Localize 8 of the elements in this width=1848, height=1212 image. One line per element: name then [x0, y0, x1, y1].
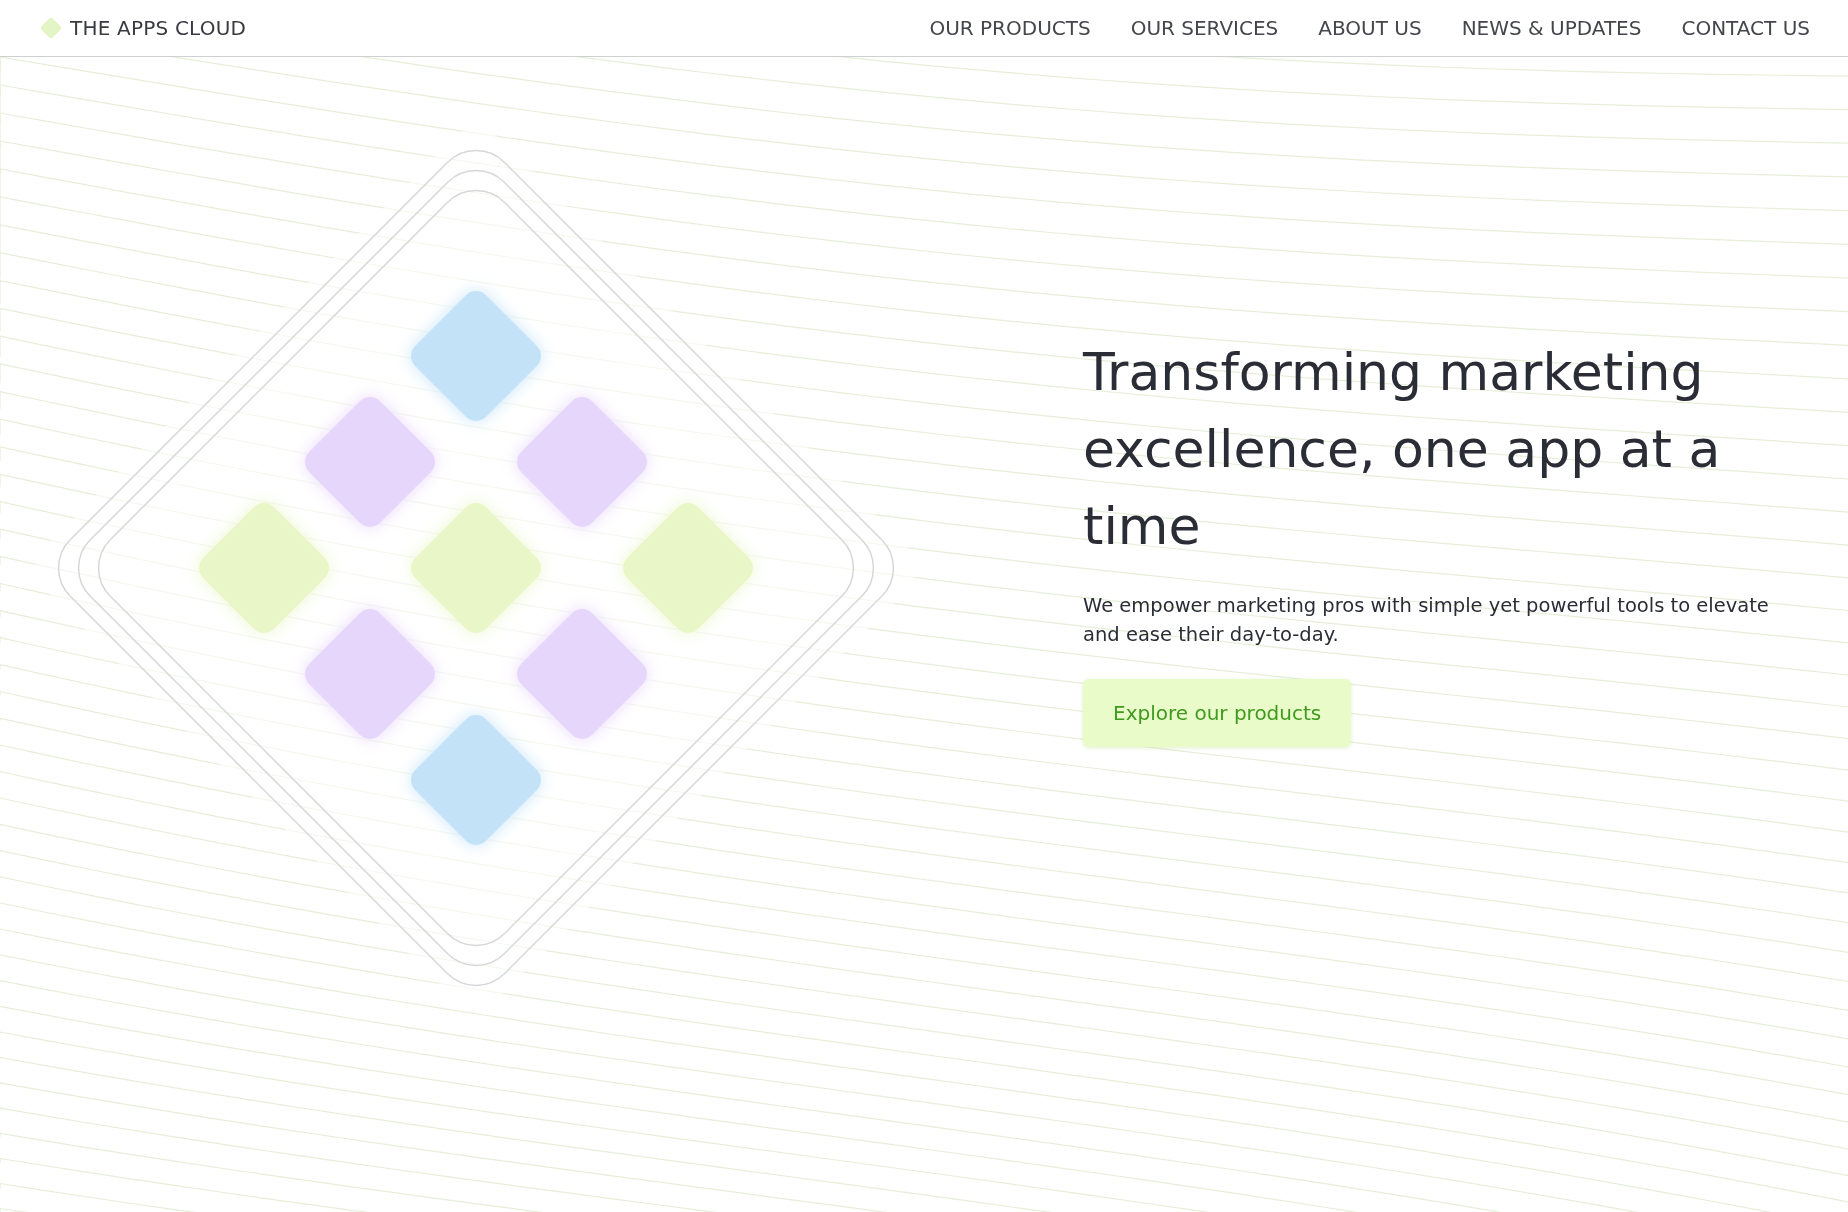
- logo-text[interactable]: THE APPS CLOUD: [70, 16, 247, 40]
- nav-link[interactable]: OUR PRODUCTS: [929, 16, 1091, 40]
- nav-link[interactable]: NEWS & UPDATES: [1461, 16, 1642, 40]
- nav-link[interactable]: ABOUT US: [1318, 16, 1422, 40]
- nav-link[interactable]: OUR SERVICES: [1130, 16, 1279, 40]
- hero-description: We empower marketing pros with simple yet powerful tools to elevate and ease their day-to-day.: [1083, 593, 1770, 648]
- hero-heading: Transforming marketing excellence, one app at a time: [1083, 341, 1722, 558]
- nav-link[interactable]: CONTACT US: [1681, 16, 1810, 40]
